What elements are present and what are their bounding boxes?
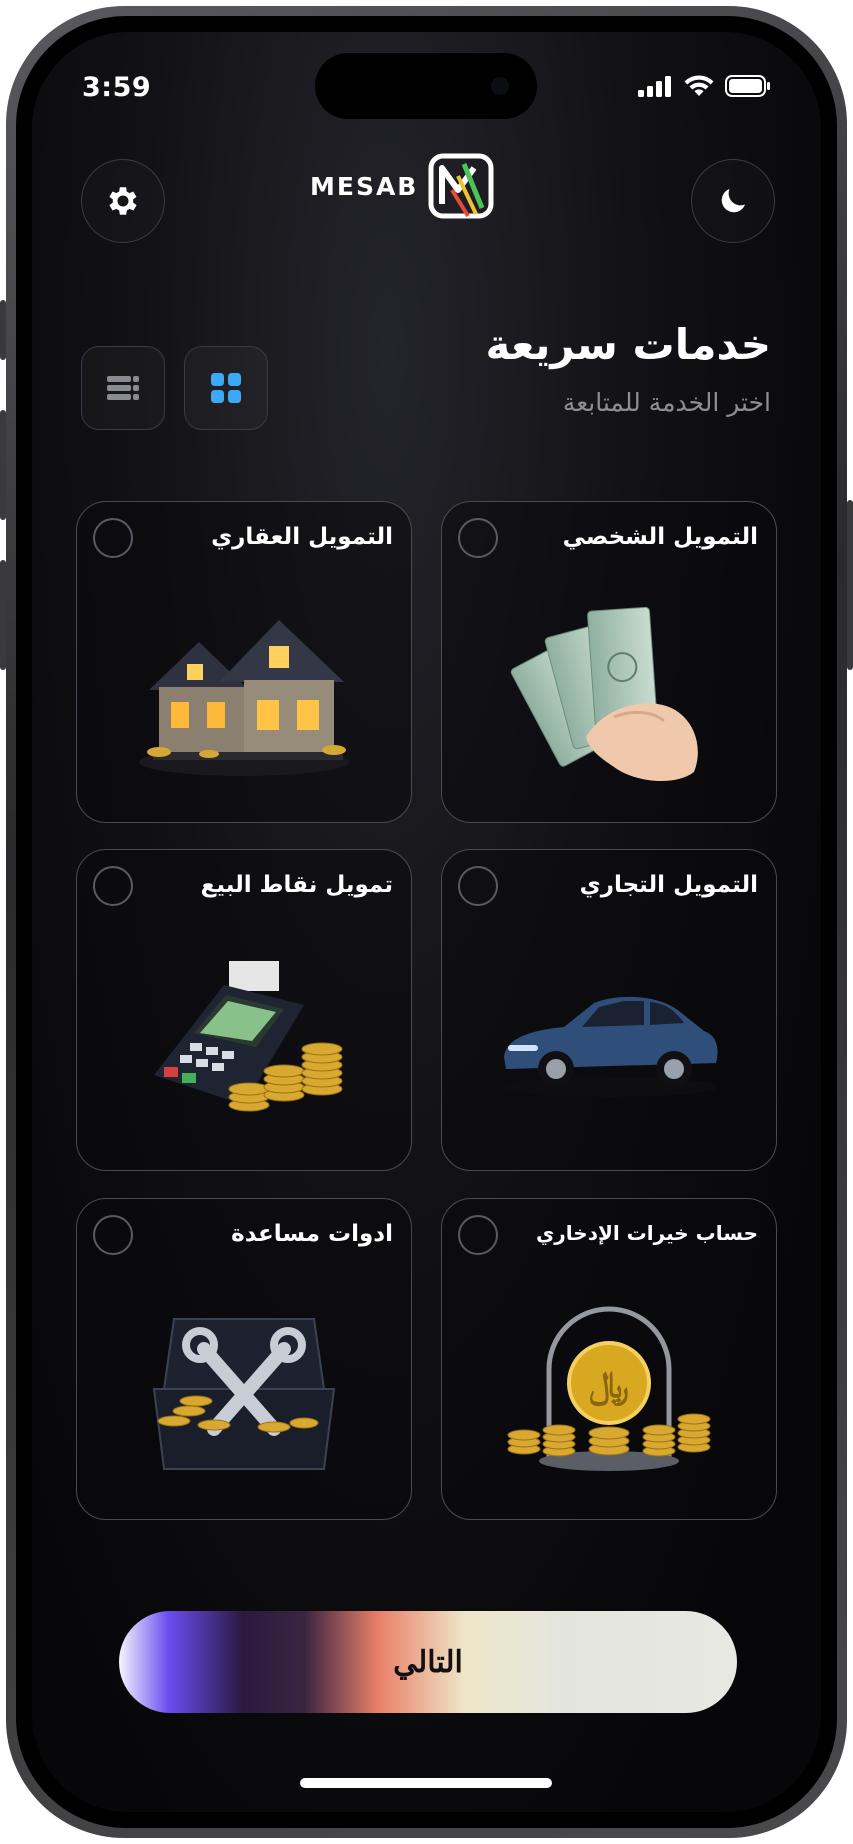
card-illustration: [77, 582, 411, 802]
card-illustration: [77, 1279, 411, 1499]
service-card-savings-account[interactable]: حساب خيرات الإدخاري ﷼: [441, 1198, 777, 1520]
side-button: [0, 560, 6, 670]
card-radio[interactable]: [93, 518, 133, 558]
card-radio[interactable]: [458, 518, 498, 558]
list-view-button[interactable]: [81, 346, 165, 430]
card-label: تمويل نقاط البيع: [200, 872, 393, 898]
card-label: التمويل الشخصي: [562, 524, 758, 550]
card-illustration: ﷼: [442, 1279, 776, 1499]
toolbox-icon: [152, 1318, 336, 1470]
page-subtitle: اختر الخدمة للمتابعة: [562, 388, 771, 417]
svg-text:﷼: ﷼: [589, 1365, 629, 1408]
card-radio[interactable]: [93, 1215, 133, 1255]
card-illustration: [77, 930, 411, 1150]
settings-button[interactable]: [81, 159, 165, 243]
pos-terminal-icon: [154, 961, 343, 1112]
card-illustration: [442, 930, 776, 1150]
service-card-personal-finance[interactable]: التمويل الشخصي: [441, 501, 777, 823]
wifi-icon: [684, 75, 714, 96]
theme-toggle-button[interactable]: [691, 159, 775, 243]
logo-text: MESAB: [310, 171, 419, 201]
status-icons: [637, 74, 771, 98]
page-title: خدمات سريعة: [485, 320, 771, 369]
signal-icon: [638, 76, 671, 97]
dynamic-island: [315, 53, 537, 119]
car-icon: [501, 996, 718, 1097]
side-button: [0, 410, 6, 520]
service-card-commercial-finance[interactable]: التمويل التجاري: [441, 849, 777, 1171]
grid-view-icon: [211, 373, 241, 403]
battery-icon: [725, 75, 770, 97]
app-screen: 3:59 MESAB خدمات سريعة اختر الخدمة للمتا…: [32, 32, 821, 1812]
next-button[interactable]: التالي: [119, 1611, 737, 1713]
grid-view-button[interactable]: [184, 346, 268, 430]
house-icon: [139, 620, 349, 776]
service-card-helper-tools[interactable]: ادوات مساعدة: [76, 1198, 412, 1520]
status-time: 3:59: [82, 72, 152, 103]
card-illustration: [442, 582, 776, 802]
app-logo: MESAB: [310, 150, 494, 222]
card-radio[interactable]: [458, 866, 498, 906]
card-label: التمويل التجاري: [579, 872, 758, 898]
list-view-icon: [107, 376, 139, 400]
moon-icon: [721, 188, 746, 213]
card-radio[interactable]: [458, 1215, 498, 1255]
service-card-real-estate-finance[interactable]: التمويل العقاري: [76, 501, 412, 823]
home-indicator[interactable]: [300, 1778, 552, 1788]
card-label: حساب خيرات الإدخاري: [535, 1221, 758, 1245]
side-button: [847, 500, 853, 670]
cash-in-hand-icon: [510, 606, 698, 782]
service-card-pos-finance[interactable]: تمويل نقاط البيع: [76, 849, 412, 1171]
gear-icon: [109, 187, 137, 215]
camera-dot: [491, 77, 509, 95]
card-label: ادوات مساعدة: [231, 1221, 393, 1247]
logo-mark-icon: [428, 153, 494, 219]
side-button: [0, 300, 6, 360]
card-radio[interactable]: [93, 866, 133, 906]
savings-coin-icon: ﷼: [507, 1306, 711, 1471]
card-label: التمويل العقاري: [211, 524, 393, 550]
